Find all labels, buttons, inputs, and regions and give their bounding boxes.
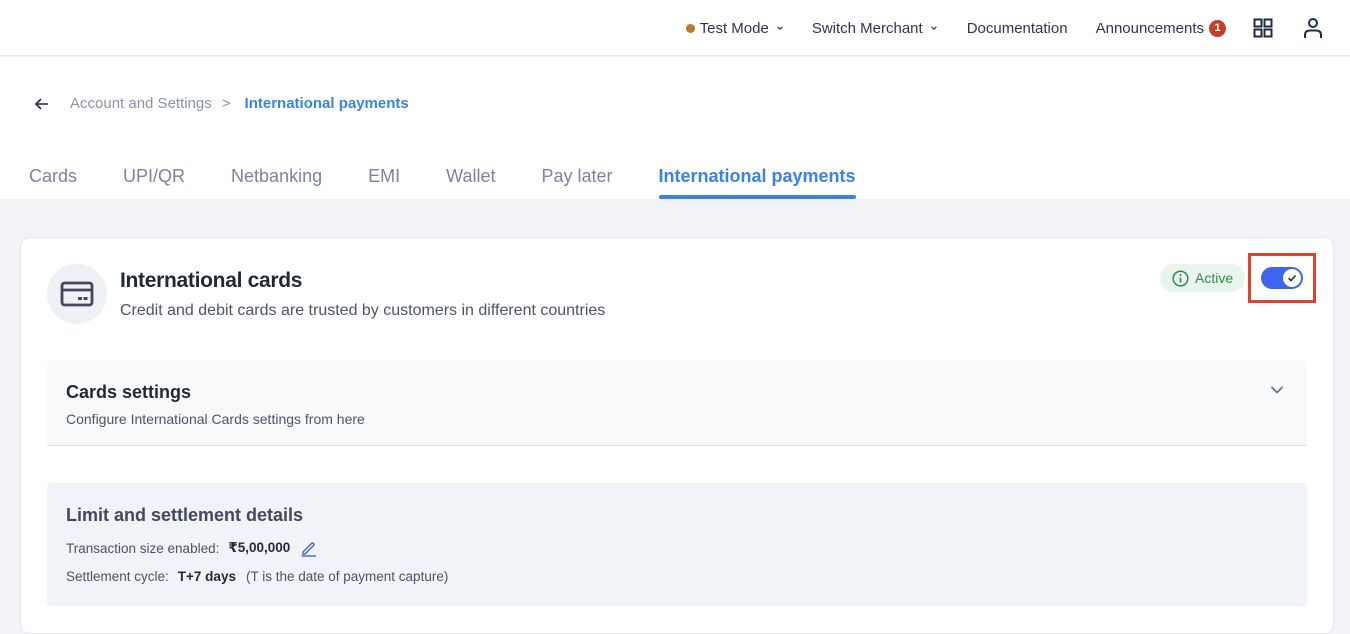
switch-merchant-dropdown[interactable]: Switch Merchant <box>812 20 938 37</box>
limit-settlement-panel: Limit and settlement details Transaction… <box>47 483 1307 606</box>
pencil-icon <box>301 542 317 557</box>
test-mode-indicator-dot <box>685 23 695 33</box>
breadcrumb-parent[interactable]: Account and Settings <box>70 95 212 112</box>
tab-pay-later[interactable]: Pay later <box>541 166 612 199</box>
apps-grid-button[interactable] <box>1252 17 1274 39</box>
card-description: Credit and debit cards are trusted by cu… <box>120 302 606 319</box>
user-icon <box>1304 18 1322 38</box>
settlement-cycle-label: Settlement cycle: <box>66 569 169 584</box>
test-mode-dropdown[interactable]: Test Mode <box>685 19 784 37</box>
cards-settings-title: Cards settings <box>66 382 192 402</box>
card-title: International cards <box>120 269 303 292</box>
documentation-label: Documentation <box>966 19 1068 37</box>
announcements-count-badge: 1 <box>1209 19 1226 37</box>
top-navbar: Test Mode Switch Merchant Documentation … <box>0 0 1350 56</box>
tab-cards[interactable]: Cards <box>29 166 77 199</box>
chevron-down-icon <box>777 26 783 30</box>
breadcrumb-separator: > <box>221 95 231 112</box>
announcements-link[interactable]: Announcements 1 <box>1095 19 1226 37</box>
payment-method-tabs: Cards UPI/QR Netbanking EMI Wallet Pay l… <box>29 166 902 199</box>
status-label: Active <box>1195 270 1234 286</box>
settlement-cycle-row: Settlement cycle: T+7 days (T is the dat… <box>66 569 448 584</box>
transaction-size-value: ₹5,00,000 <box>228 540 291 555</box>
tab-netbanking[interactable]: Netbanking <box>231 166 322 199</box>
tab-upi-qr[interactable]: UPI/QR <box>123 166 185 199</box>
breadcrumb-current: International payments <box>244 95 409 112</box>
limit-settlement-title: Limit and settlement details <box>66 505 304 525</box>
transaction-size-row: Transaction size enabled: ₹5,00,000 <box>66 539 318 557</box>
announcements-label: Announcements <box>1095 19 1204 37</box>
toggle-knob <box>1283 269 1301 287</box>
settlement-cycle-note: (T is the date of payment capture) <box>245 569 449 584</box>
cards-settings-description: Configure International Cards settings f… <box>66 411 365 427</box>
international-cards-toggle[interactable] <box>1261 267 1303 289</box>
chevron-down-icon[interactable] <box>1269 382 1285 398</box>
test-mode-label: Test Mode <box>699 19 769 37</box>
chevron-down-icon <box>930 26 937 30</box>
info-icon <box>1172 269 1189 287</box>
profile-button[interactable] <box>1302 17 1324 39</box>
grid-icon <box>1253 18 1273 38</box>
switch-merchant-label: Switch Merchant <box>811 19 923 37</box>
card-icon-container <box>47 264 107 324</box>
credit-card-icon <box>60 281 94 307</box>
tab-emi[interactable]: EMI <box>368 166 400 199</box>
top-nav-items: Test Mode Switch Merchant Documentation … <box>685 0 1350 56</box>
documentation-link[interactable]: Documentation <box>967 20 1068 37</box>
tab-wallet[interactable]: Wallet <box>446 166 495 199</box>
cards-settings-accordion[interactable]: Cards settings Configure International C… <box>47 360 1307 446</box>
arrow-left-icon[interactable] <box>34 96 50 112</box>
international-cards-card: International cards Credit and debit car… <box>20 237 1334 634</box>
status-badge: Active <box>1160 264 1246 292</box>
tab-international-payments[interactable]: International payments <box>658 166 856 199</box>
transaction-size-label: Transaction size enabled: <box>66 540 220 556</box>
edit-transaction-size-button[interactable] <box>300 539 318 557</box>
checkmark-icon <box>1287 274 1297 282</box>
page-header: Account and Settings > International pay… <box>0 57 1350 199</box>
settlement-cycle-value: T+7 days <box>177 569 236 584</box>
toggle-highlight-frame <box>1248 253 1316 303</box>
breadcrumb: Account and Settings > International pay… <box>34 95 409 112</box>
